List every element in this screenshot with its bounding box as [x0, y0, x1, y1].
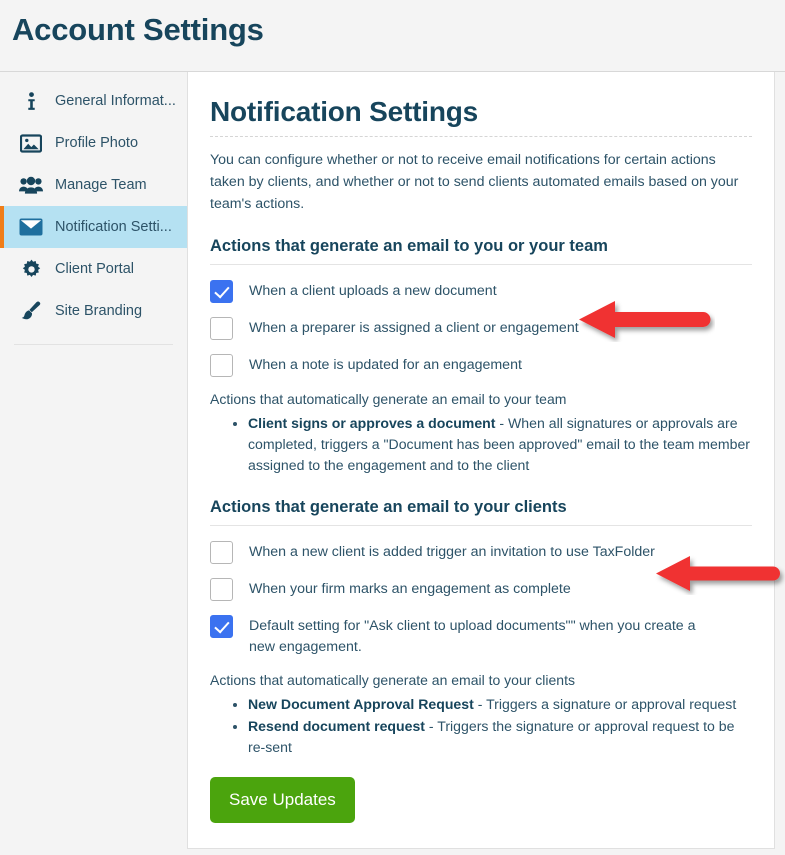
- checkbox-preparer-assigned[interactable]: [210, 317, 233, 340]
- sidebar-item-manage-team[interactable]: Manage Team: [0, 164, 187, 206]
- checkbox-note-updated[interactable]: [210, 354, 233, 377]
- sidebar-item-client-portal[interactable]: Client Portal: [0, 248, 187, 290]
- sidebar-item-label: Notification Setti...: [55, 219, 172, 235]
- checkbox-label: Default setting for "Ask client to uploa…: [249, 618, 696, 655]
- sidebar-item-profile-photo[interactable]: Profile Photo: [0, 122, 187, 164]
- sidebar-item-label: Client Portal: [55, 261, 134, 277]
- gear-icon: [16, 259, 46, 280]
- sidebar-item-notification-settings[interactable]: Notification Setti...: [0, 206, 187, 248]
- list-item-desc: - Triggers a signature or approval reque…: [473, 696, 737, 712]
- sub-note-team: Actions that automatically generate an e…: [210, 391, 567, 407]
- checkbox-default-ask-client-upload[interactable]: [210, 615, 233, 638]
- auto-email-team-list: Client signs or approves a document - Wh…: [210, 413, 752, 476]
- auto-email-clients-list: New Document Approval Request - Triggers…: [210, 694, 752, 758]
- checkbox-row: When a note is updated for an engagement: [210, 353, 752, 377]
- checkbox-label: When a note is updated for an engagement: [249, 357, 522, 373]
- paintbrush-icon: [16, 301, 46, 321]
- sidebar-item-label: Site Branding: [55, 303, 143, 319]
- intro-text: You can configure whether or not to rece…: [210, 152, 739, 212]
- list-item-title: Resend document request: [248, 718, 425, 734]
- page-header-bar: Account Settings: [0, 0, 785, 72]
- checkbox-row: When a new client is added trigger an in…: [210, 540, 752, 564]
- checkbox-row: Default setting for "Ask client to uploa…: [210, 614, 752, 658]
- sidebar-item-label: Manage Team: [55, 177, 147, 193]
- list-item-title: Client signs or approves a document: [248, 415, 496, 431]
- sub-note-clients: Actions that automatically generate an e…: [210, 672, 575, 688]
- list-item: New Document Approval Request - Triggers…: [248, 694, 752, 715]
- checkbox-label: When a new client is added trigger an in…: [249, 544, 655, 560]
- checkbox-label: When your firm marks an engagement as co…: [249, 581, 571, 597]
- checkbox-row: When a client uploads a new document: [210, 279, 752, 303]
- checkbox-engagement-complete[interactable]: [210, 578, 233, 601]
- checkbox-label: When a preparer is assigned a client or …: [249, 320, 579, 336]
- sidebar: General Informat... Profile Photo Manage…: [0, 72, 187, 855]
- sidebar-item-label: General Informat...: [55, 93, 176, 109]
- list-item-title: New Document Approval Request: [248, 696, 474, 712]
- info-icon: [16, 91, 46, 111]
- checkbox-client-uploads-document[interactable]: [210, 280, 233, 303]
- section-heading-team: Actions that generate an email to you or…: [210, 237, 608, 255]
- sidebar-item-label: Profile Photo: [55, 135, 139, 151]
- checkbox-new-client-invitation[interactable]: [210, 541, 233, 564]
- checkbox-label: When a client uploads a new document: [249, 283, 497, 299]
- sidebar-item-site-branding[interactable]: Site Branding: [0, 290, 187, 332]
- content-panel: Notification Settings You can configure …: [187, 72, 775, 849]
- users-icon: [16, 176, 46, 195]
- sidebar-item-general-information[interactable]: General Informat...: [0, 80, 187, 122]
- section-divider: [210, 525, 752, 526]
- list-item: Client signs or approves a document - Wh…: [248, 413, 752, 476]
- list-item: Resend document request - Triggers the s…: [248, 716, 752, 758]
- envelope-icon: [16, 218, 46, 236]
- notification-settings-title: Notification Settings: [210, 96, 479, 127]
- title-divider: [210, 136, 752, 137]
- sidebar-divider: [14, 344, 173, 345]
- checkbox-row: When a preparer is assigned a client or …: [210, 316, 752, 340]
- image-icon: [16, 133, 46, 153]
- sidebar-nav: General Informat... Profile Photo Manage…: [0, 72, 187, 345]
- page-title: Account Settings: [12, 12, 264, 47]
- section-divider: [210, 264, 752, 265]
- save-updates-button[interactable]: Save Updates: [210, 777, 355, 823]
- account-settings-page: Account Settings General Informat... Pro…: [0, 0, 785, 855]
- checkbox-row: When your firm marks an engagement as co…: [210, 577, 752, 601]
- section-heading-clients: Actions that generate an email to your c…: [210, 498, 567, 516]
